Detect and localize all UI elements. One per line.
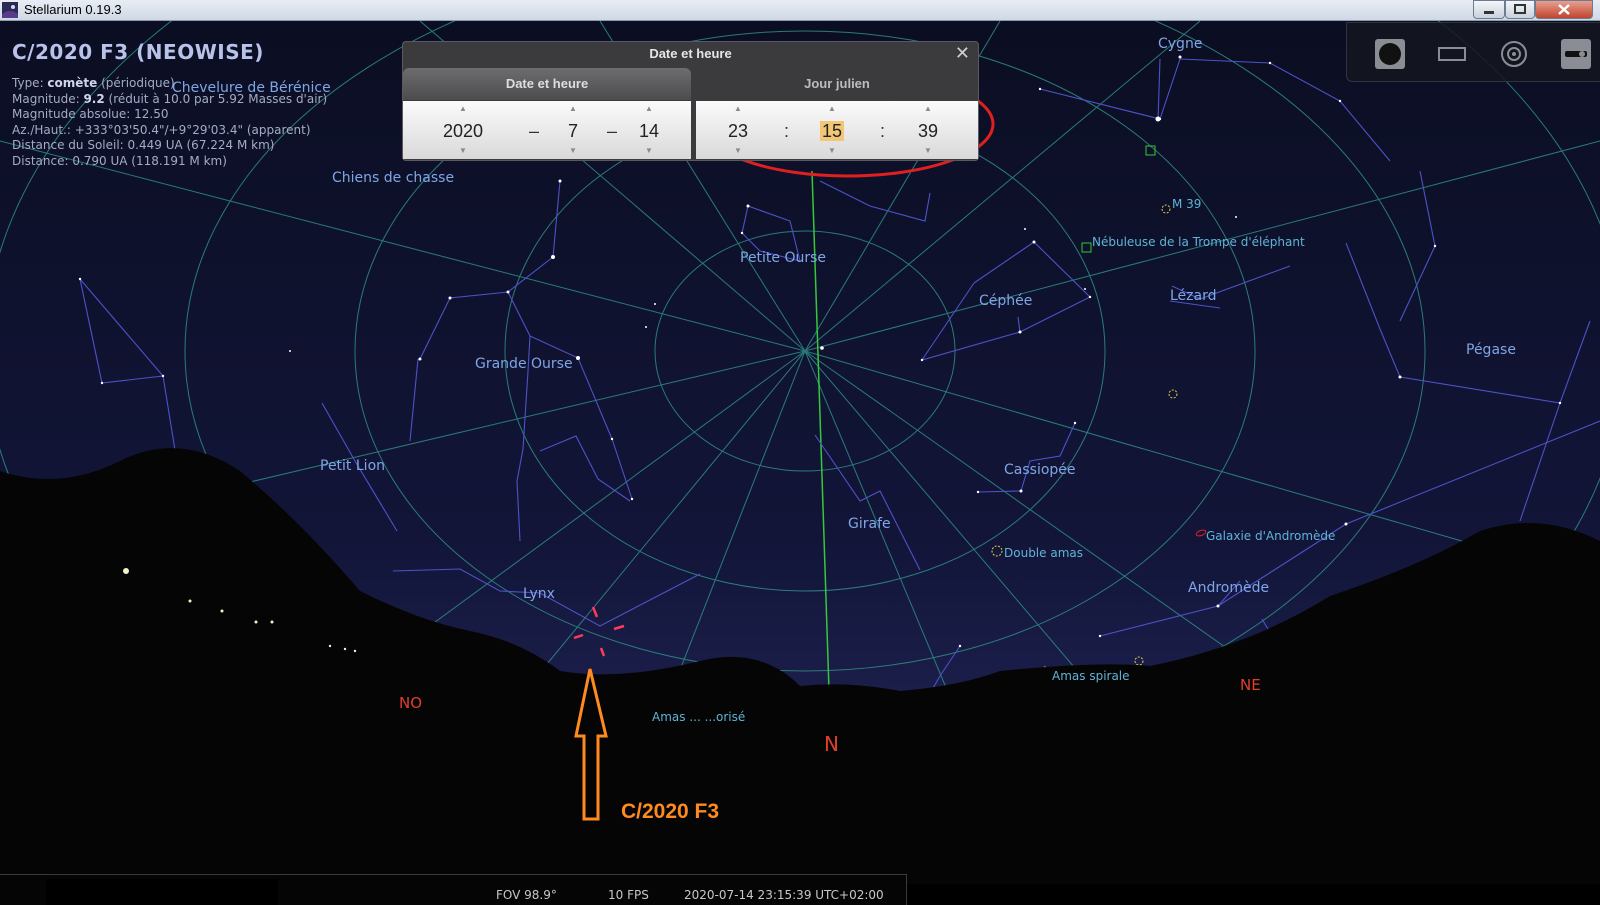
date-separator: – <box>607 121 618 141</box>
time-separator: : <box>784 121 790 141</box>
month-value[interactable]: 7 <box>553 120 593 142</box>
dso-label-m39: M 39 <box>1172 197 1202 211</box>
location-field <box>46 879 278 905</box>
hour-spinner[interactable]: ▲ 23 ▼ <box>716 101 760 159</box>
chevron-up-icon[interactable]: ▲ <box>810 105 854 113</box>
constellation-label-cassiopee: Cassiopée <box>1004 462 1076 478</box>
window-titlebar: Stellarium 0.19.3 <box>0 0 1600 21</box>
constellation-label-lynx: Lynx <box>523 586 555 602</box>
target-icon[interactable] <box>1499 39 1529 69</box>
date-separator: – <box>529 121 540 141</box>
chevron-down-icon[interactable]: ▼ <box>553 147 593 155</box>
constellation-label-petit-lion: Petit Lion <box>320 458 386 474</box>
dso-label-trompe: Nébuleuse de la Trompe d'éléphant <box>1092 235 1305 249</box>
chevron-down-icon[interactable]: ▼ <box>906 147 950 155</box>
day-spinner[interactable]: ▲ 14 ▼ <box>629 101 669 159</box>
maximize-icon <box>1514 4 1526 14</box>
hour-value[interactable]: 23 <box>716 120 760 142</box>
year-spinner[interactable]: ▲ 2020 ▼ <box>433 101 493 159</box>
date-panel: ▲ 2020 ▼ – ▲ 7 ▼ – ▲ 14 ▼ <box>403 101 691 159</box>
chevron-up-icon[interactable]: ▲ <box>433 105 493 113</box>
constellation-label-lezard: Lézard <box>1170 288 1217 304</box>
constellation-label-petite-ourse: Petite Ourse <box>740 250 827 266</box>
time-separator: : <box>880 121 886 141</box>
info-row: Magnitude absolue: 12.50 <box>12 107 169 121</box>
moon-disk-icon[interactable] <box>1375 39 1405 69</box>
day-value[interactable]: 14 <box>629 120 669 142</box>
maximize-button[interactable] <box>1505 0 1535 19</box>
chevron-up-icon[interactable]: ▲ <box>553 105 593 113</box>
constellation-label-girafe: Girafe <box>848 516 891 532</box>
constellation-label-cygne: Cygne <box>1158 36 1203 52</box>
close-window-button[interactable] <box>1535 0 1593 19</box>
chevron-down-icon[interactable]: ▼ <box>433 147 493 155</box>
info-row: Az./Haut.: +333°03'50.4"/+9°29'03.4" (ap… <box>12 122 311 137</box>
telescope-icon[interactable] <box>1561 39 1591 69</box>
info-row: Magnitude: 9.2 (réduit à 10.0 par 5.92 M… <box>12 91 328 106</box>
minimize-button[interactable] <box>1473 0 1505 19</box>
cardinal-ne: NE <box>1240 676 1261 694</box>
dso-label-double-amas: Double amas <box>1004 546 1083 560</box>
constellation-label-grande-ourse: Grande Ourse <box>475 356 573 372</box>
chevron-up-icon[interactable]: ▲ <box>906 105 950 113</box>
fps-readout: 10 FPS <box>608 888 649 902</box>
selected-object-info: Type: comète (périodique) Magnitude: 9.2… <box>12 76 327 169</box>
month-spinner[interactable]: ▲ 7 ▼ <box>553 101 593 159</box>
minute-value[interactable]: 15 <box>810 120 854 142</box>
selected-object-title: C/2020 F3 (NEOWISE) <box>12 40 264 64</box>
dso-label-amas-bottom: Amas ... ...orisé <box>652 710 746 724</box>
comet-annotation-label: C/2020 F3 <box>621 800 720 823</box>
window-title: Stellarium 0.19.3 <box>24 2 122 17</box>
constellation-label-cephee: Céphée <box>979 293 1033 309</box>
year-value[interactable]: 2020 <box>433 120 493 142</box>
close-icon <box>1558 4 1570 15</box>
dso-label-amas-spirale: Amas spirale <box>1052 669 1130 683</box>
minimize-icon <box>1484 11 1494 14</box>
dialog-close-button[interactable]: ✕ <box>955 43 970 64</box>
dso-label-galaxie: Galaxie d'Andromède <box>1206 529 1336 543</box>
second-value[interactable]: 39 <box>906 120 950 142</box>
chevron-down-icon[interactable]: ▼ <box>810 147 854 155</box>
view-toolbar <box>1346 22 1600 82</box>
fov-readout: FOV 98.9° <box>496 888 557 902</box>
info-row: Distance du Soleil: 0.449 UA (67.224 M k… <box>12 138 275 152</box>
chevron-down-icon[interactable]: ▼ <box>716 147 760 155</box>
minute-spinner[interactable]: ▲ 15 ▼ <box>810 101 854 159</box>
datetime-readout: 2020-07-14 23:15:39 UTC+02:00 <box>684 888 884 902</box>
info-row: Type: comète (périodique) <box>12 76 175 90</box>
chevron-up-icon[interactable]: ▲ <box>716 105 760 113</box>
stellarium-app-icon <box>2 2 18 18</box>
constellation-label-andromede: Andromède <box>1188 580 1270 596</box>
time-panel: ▲ 23 ▼ : ▲ 15 ▼ : ▲ 39 ▼ <box>696 101 978 159</box>
constellation-label-pegase: Pégase <box>1466 342 1516 358</box>
tab-date-time[interactable]: Date et heure <box>403 68 691 100</box>
date-time-dialog: Date et heure ✕ Date et heure Jour julie… <box>402 41 979 161</box>
tab-julian-day[interactable]: Jour julien <box>696 68 978 100</box>
chevron-down-icon[interactable]: ▼ <box>629 147 669 155</box>
cardinal-no: NO <box>399 694 423 712</box>
second-spinner[interactable]: ▲ 39 ▼ <box>906 101 950 159</box>
info-row: Distance: 0.790 UA (118.191 M km) <box>12 153 227 168</box>
cardinal-n: N <box>824 732 839 756</box>
chevron-up-icon[interactable]: ▲ <box>629 105 669 113</box>
constellation-label-chiens: Chiens de chasse <box>332 170 455 186</box>
dialog-title: Date et heure <box>649 46 732 61</box>
screen-frame-icon[interactable] <box>1437 39 1467 69</box>
